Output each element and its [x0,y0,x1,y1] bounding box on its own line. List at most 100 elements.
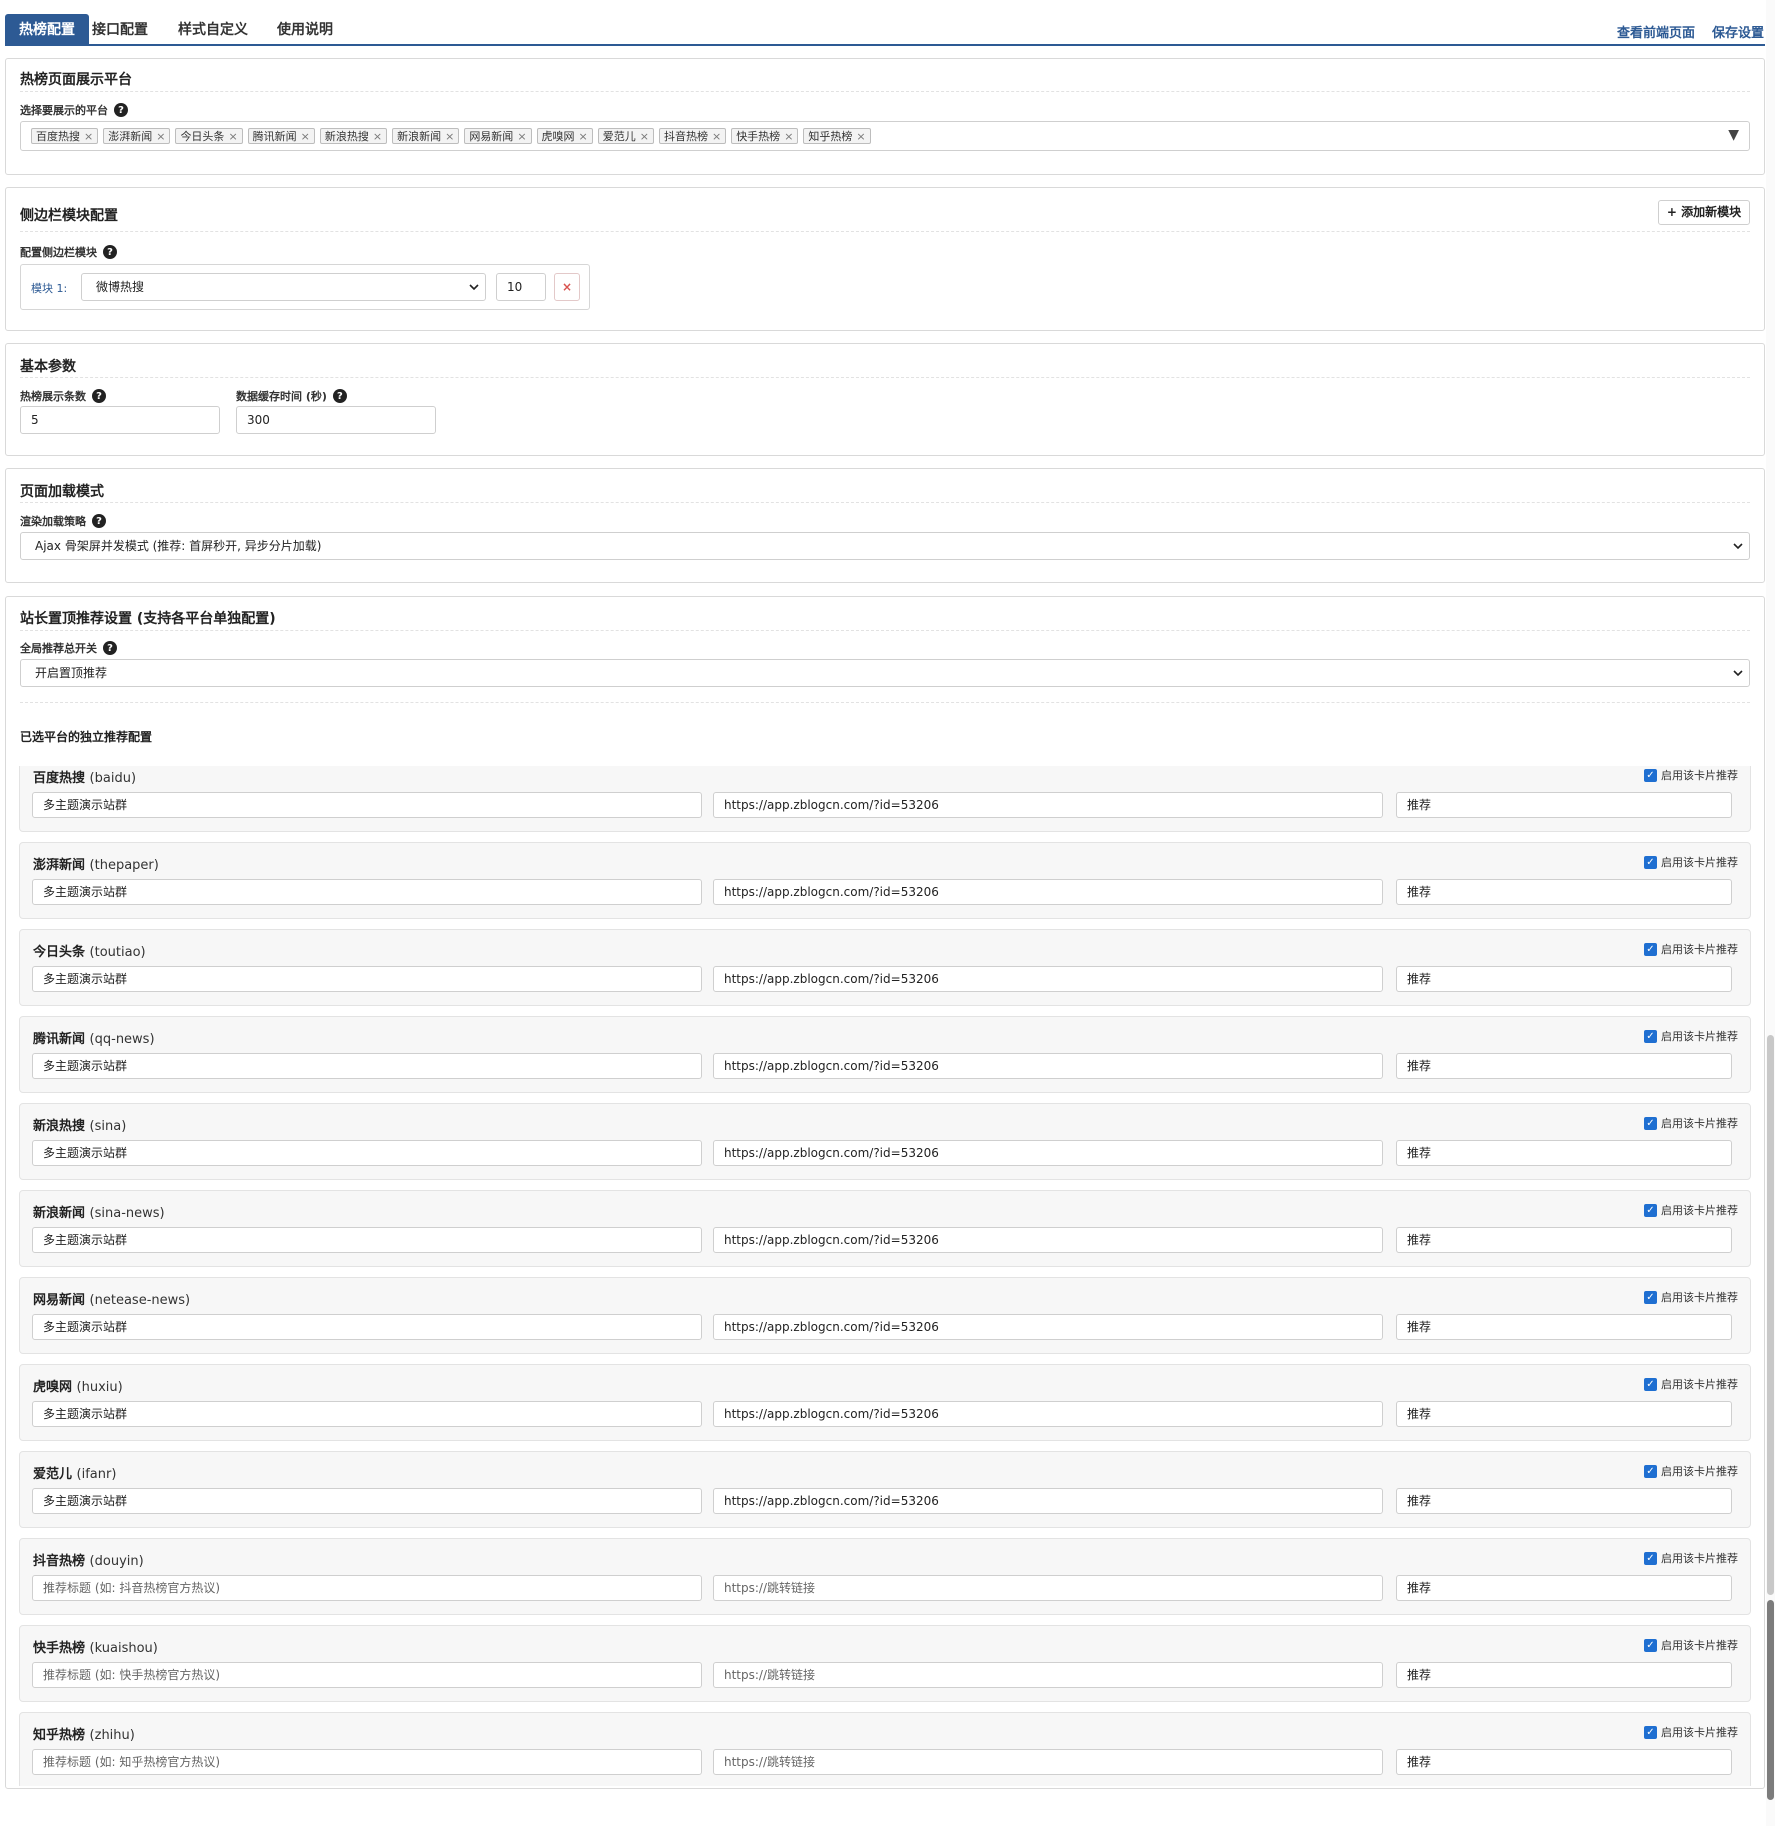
checkbox-checked-icon[interactable]: ✓ [1644,1725,1657,1739]
cache-input[interactable]: 300 [236,406,436,434]
checkbox-checked-icon[interactable]: ✓ [1644,768,1657,782]
enable-label: 启用该卡片推荐 [1661,1726,1738,1739]
enable-card-checkbox[interactable]: ✓ 启用该卡片推荐 [1644,1550,1738,1566]
enable-card-checkbox[interactable]: ✓ 启用该卡片推荐 [1644,1637,1738,1653]
tab-hot-config[interactable]: 热榜配置 [5,14,89,44]
enable-card-checkbox[interactable]: ✓ 启用该卡片推荐 [1644,1115,1738,1131]
recommend-tag-input[interactable]: 推荐 [1396,1401,1732,1427]
recommend-tag-input[interactable]: 推荐 [1396,879,1732,905]
checkbox-checked-icon[interactable]: ✓ [1644,1290,1657,1304]
add-module-button[interactable]: + 添加新模块 [1658,200,1750,225]
recommend-title-input[interactable]: 多主题演示站群 [32,1140,702,1166]
recommend-url-input[interactable]: https://app.zblogcn.com/?id=53206 [713,879,1383,905]
dropdown-triangle-icon[interactable]: ▼ [1728,127,1739,143]
recommend-tag-input[interactable]: 推荐 [1396,1314,1732,1340]
render-strategy-select[interactable]: Ajax 骨架屏并发模式 (推荐: 首屏秒开, 异步分片加载) [20,532,1750,560]
recommend-url-input[interactable]: https://app.zblogcn.com/?id=53206 [713,966,1383,992]
recommend-title-input[interactable]: 多主题演示站群 [32,1401,702,1427]
module-platform-select[interactable]: 微博热搜 [81,273,486,301]
checkbox-checked-icon[interactable]: ✓ [1644,855,1657,869]
recommend-title-input[interactable]: 多主题演示站群 [32,792,702,818]
platform-chip: 今日头条 × [175,128,243,144]
checkbox-checked-icon[interactable]: ✓ [1644,1464,1657,1478]
close-icon[interactable]: × [373,130,382,143]
close-icon[interactable]: × [445,130,454,143]
recommend-tag-input[interactable]: 推荐 [1396,966,1732,992]
platform-multiselect[interactable]: 百度热搜 × 澎湃新闻 × 今日头条 × 腾讯新闻 × 新浪热搜 × 新浪新闻 × 网易新闻… [20,121,1750,151]
recommend-url-input[interactable]: https://跳转链接 [713,1662,1383,1688]
enable-card-checkbox[interactable]: ✓ 启用该卡片推荐 [1644,941,1738,957]
recommend-title-input[interactable]: 推荐标题 (如: 快手热榜官方热议) [32,1662,702,1688]
enable-card-checkbox[interactable]: ✓ 启用该卡片推荐 [1644,1202,1738,1218]
enable-card-checkbox[interactable]: ✓ 启用该卡片推荐 [1644,1724,1738,1740]
recommend-tag-input[interactable]: 推荐 [1396,1575,1732,1601]
recommend-url-input[interactable]: https://app.zblogcn.com/?id=53206 [713,1227,1383,1253]
recommend-url-input[interactable]: https://app.zblogcn.com/?id=53206 [713,1314,1383,1340]
recommend-title-input[interactable]: 多主题演示站群 [32,879,702,905]
close-icon[interactable]: × [228,130,237,143]
view-front-link[interactable]: 查看前端页面 [1617,22,1695,41]
close-icon[interactable]: × [517,130,526,143]
count-input[interactable]: 5 [20,406,220,434]
save-settings-link[interactable]: 保存设置 [1712,22,1764,41]
enable-card-checkbox[interactable]: ✓ 启用该卡片推荐 [1644,767,1738,783]
checkbox-checked-icon[interactable]: ✓ [1644,1551,1657,1565]
checkbox-checked-icon[interactable]: ✓ [1644,1029,1657,1043]
close-icon[interactable]: × [579,130,588,143]
enable-card-checkbox[interactable]: ✓ 启用该卡片推荐 [1644,1376,1738,1392]
recommend-tag-input[interactable]: 推荐 [1396,792,1732,818]
tab-usage[interactable]: 使用说明 [263,14,347,44]
recommend-url-input[interactable]: https://app.zblogcn.com/?id=53206 [713,1140,1383,1166]
close-icon[interactable]: × [301,130,310,143]
scrollbar-thumb[interactable] [1767,1035,1774,1595]
recommend-title-input[interactable]: 多主题演示站群 [32,1053,702,1079]
enable-card-checkbox[interactable]: ✓ 启用该卡片推荐 [1644,854,1738,870]
help-icon[interactable]: ? [92,514,106,528]
recommend-url-input[interactable]: https://app.zblogcn.com/?id=53206 [713,1488,1383,1514]
checkbox-checked-icon[interactable]: ✓ [1644,1116,1657,1130]
recommend-title-input[interactable]: 多主题演示站群 [32,1314,702,1340]
help-icon[interactable]: ? [103,641,117,655]
recommend-url-input[interactable]: https://app.zblogcn.com/?id=53206 [713,1401,1383,1427]
close-icon[interactable]: × [640,130,649,143]
recommend-tag-input[interactable]: 推荐 [1396,1140,1732,1166]
help-icon[interactable]: ? [92,389,106,403]
checkbox-checked-icon[interactable]: ✓ [1644,1203,1657,1217]
help-icon[interactable]: ? [103,245,117,259]
help-icon[interactable]: ? [332,389,347,403]
enable-card-checkbox[interactable]: ✓ 启用该卡片推荐 [1644,1463,1738,1479]
scrollbar-thumb-secondary[interactable] [1767,1600,1774,1800]
recommend-tag-input[interactable]: 推荐 [1396,1488,1732,1514]
recommend-url-input[interactable]: https://app.zblogcn.com/?id=53206 [713,1053,1383,1079]
remove-module-button[interactable]: × [554,273,580,301]
enable-card-checkbox[interactable]: ✓ 启用该卡片推荐 [1644,1028,1738,1044]
platform-chip: 快手热榜 × [731,128,799,144]
platform-name: 腾讯新闻 [33,1032,86,1047]
close-icon[interactable]: × [84,130,93,143]
enable-card-checkbox[interactable]: ✓ 启用该卡片推荐 [1644,1289,1738,1305]
global-switch-select[interactable]: 开启置顶推荐 [20,659,1750,687]
checkbox-checked-icon[interactable]: ✓ [1644,1377,1657,1391]
close-icon[interactable]: × [856,130,865,143]
recommend-tag-input[interactable]: 推荐 [1396,1227,1732,1253]
checkbox-checked-icon[interactable]: ✓ [1644,1638,1657,1652]
recommend-tag-input[interactable]: 推荐 [1396,1662,1732,1688]
help-icon[interactable]: ? [114,103,128,117]
recommend-title-input[interactable]: 推荐标题 (如: 抖音热榜官方热议) [32,1575,702,1601]
close-icon[interactable]: × [712,130,721,143]
tab-api-config[interactable]: 接口配置 [78,14,162,44]
recommend-url-input[interactable]: https://跳转链接 [713,1749,1383,1775]
recommend-url-input[interactable]: https://跳转链接 [713,1575,1383,1601]
recommend-title-input[interactable]: 多主题演示站群 [32,1227,702,1253]
recommend-title-input[interactable]: 多主题演示站群 [32,966,702,992]
module-count-input[interactable]: 10 [496,273,546,301]
recommend-title-input[interactable]: 多主题演示站群 [32,1488,702,1514]
recommend-tag-input[interactable]: 推荐 [1396,1749,1732,1775]
tab-style-custom[interactable]: 样式自定义 [164,14,262,44]
close-icon[interactable]: × [156,130,165,143]
recommend-url-input[interactable]: https://app.zblogcn.com/?id=53206 [713,792,1383,818]
checkbox-checked-icon[interactable]: ✓ [1644,942,1657,956]
recommend-title-input[interactable]: 推荐标题 (如: 知乎热榜官方热议) [32,1749,702,1775]
close-icon[interactable]: × [784,130,793,143]
recommend-tag-input[interactable]: 推荐 [1396,1053,1732,1079]
